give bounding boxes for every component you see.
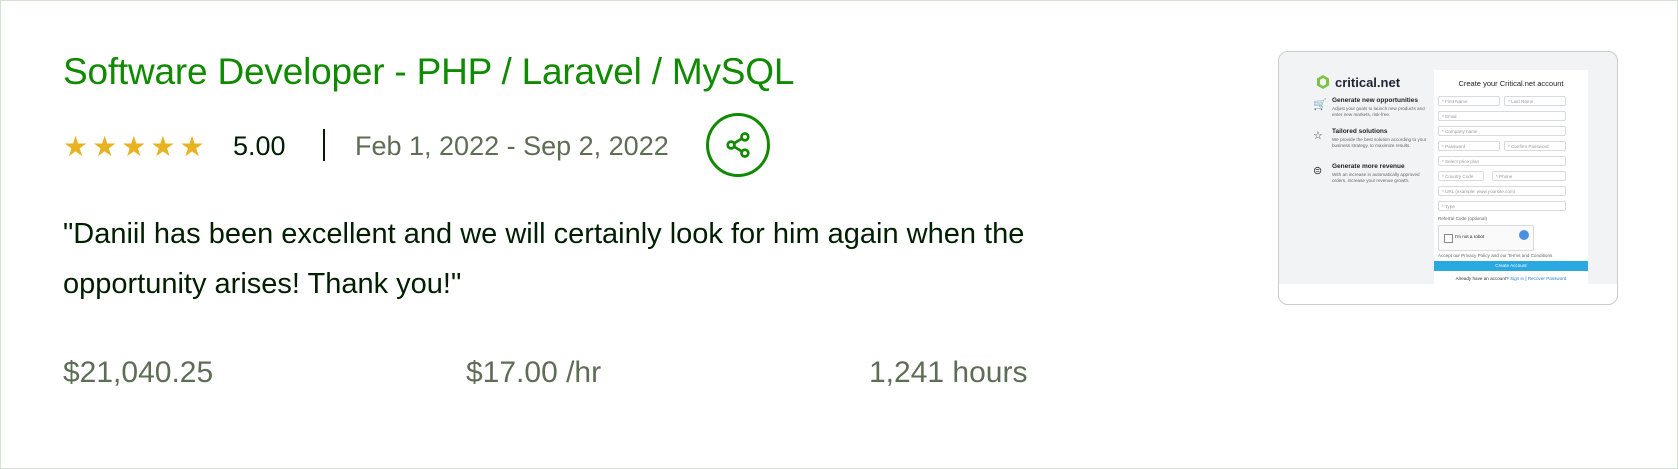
work-history-card: Software Developer - PHP / Laravel / MyS… bbox=[0, 0, 1678, 469]
captcha-box: I'm not a robot bbox=[1438, 225, 1534, 251]
form-title: Create your Critical.net account bbox=[1458, 79, 1564, 88]
company-field: * Company name bbox=[1438, 126, 1566, 136]
meta-divider bbox=[323, 129, 325, 161]
client-feedback: "Daniil has been excellent and we will c… bbox=[63, 218, 1025, 300]
star-icon: ★ bbox=[150, 131, 176, 162]
confirm-password-field: * Confirm Password bbox=[1504, 141, 1566, 151]
thumbnail-footer-band bbox=[1279, 284, 1617, 304]
hourly-rate: $17.00 /hr bbox=[466, 356, 602, 389]
job-dates: Feb 1, 2022 - Sep 2, 2022 bbox=[355, 131, 669, 161]
job-title[interactable]: Software Developer - PHP / Laravel / MyS… bbox=[63, 51, 794, 93]
share-icon bbox=[726, 132, 750, 158]
star-rating: ★ ★ ★ ★ ★ bbox=[63, 133, 205, 161]
star-outline-icon: ☆ bbox=[1313, 130, 1323, 142]
url-field: * URL (example: www.yoursite.com) bbox=[1438, 186, 1566, 196]
hours-worked: 1,241 hours bbox=[869, 356, 1028, 389]
portfolio-thumbnail[interactable]: critical.net 🛒 Generate new opportunitie… bbox=[1278, 51, 1618, 305]
type-select: * Type bbox=[1438, 201, 1566, 211]
total-earned: $21,040.25 bbox=[63, 356, 214, 389]
revenue-icon: ⊜ bbox=[1313, 165, 1323, 177]
rating-value: 5.00 bbox=[233, 131, 286, 161]
signup-form: Create your Critical.net account * First… bbox=[1434, 70, 1588, 284]
first-name-field: * First Name bbox=[1438, 96, 1500, 106]
star-icon: ★ bbox=[63, 131, 89, 162]
critical-net-logo: critical.net bbox=[1315, 74, 1400, 90]
share-button[interactable] bbox=[706, 113, 770, 177]
last-name-field: * Last Name bbox=[1504, 96, 1566, 106]
star-icon: ★ bbox=[92, 131, 118, 162]
email-field: * Email bbox=[1438, 111, 1566, 121]
signin-line: Already have an account? Sign in | Recov… bbox=[1455, 276, 1567, 281]
cart-icon: 🛒 bbox=[1313, 99, 1327, 111]
star-icon: ★ bbox=[179, 131, 205, 162]
country-code-select: * Country Code bbox=[1438, 171, 1484, 181]
price-plan-select: * Select price plan bbox=[1438, 156, 1566, 166]
star-icon: ★ bbox=[121, 131, 147, 162]
create-account-button: Create Account bbox=[1434, 261, 1588, 271]
critical-net-logo-icon bbox=[1317, 75, 1329, 89]
accept-terms: Accept our Privacy Policy and our Terms … bbox=[1438, 253, 1553, 258]
job-meta-row: ★ ★ ★ ★ ★ 5.00 Feb 1, 2022 - Sep 2, 2022 bbox=[63, 113, 823, 179]
recaptcha-icon bbox=[1519, 230, 1529, 240]
phone-field: * Phone bbox=[1492, 171, 1566, 181]
password-field: * Password bbox=[1438, 141, 1500, 151]
captcha-checkbox bbox=[1444, 234, 1453, 243]
referral-label: Referral Code (optional) bbox=[1438, 216, 1488, 221]
thumbnail-sidebar: critical.net 🛒 Generate new opportunitie… bbox=[1279, 52, 1429, 284]
